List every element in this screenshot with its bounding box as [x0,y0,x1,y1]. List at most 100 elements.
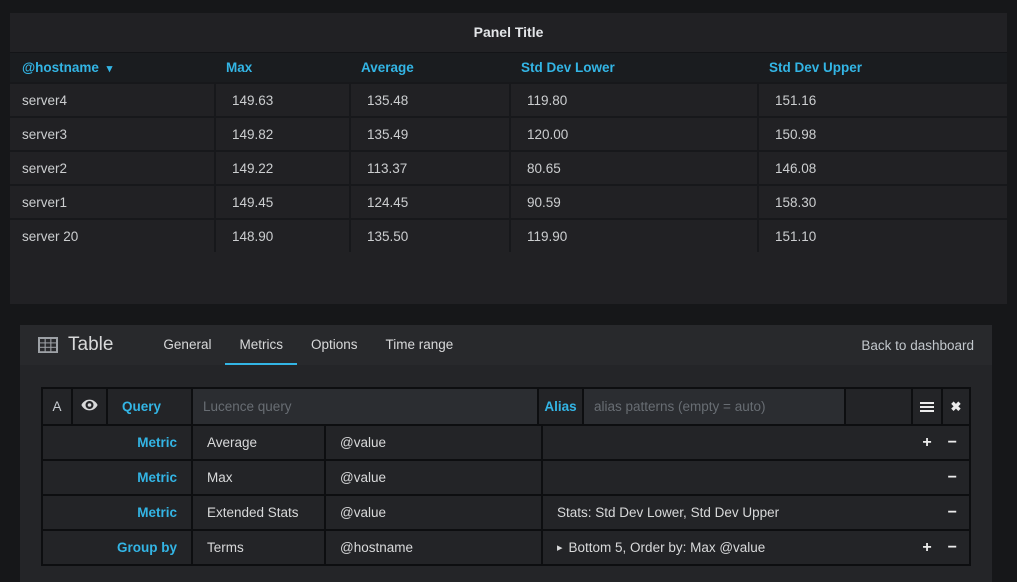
panel-type: Table [38,325,113,365]
add-metric-button[interactable]: + [922,435,931,451]
group-by-settings-text: Bottom 5, Order by: Max @value [569,540,766,555]
metric-row-buttons: − [932,470,969,486]
close-icon: ✖ [951,399,962,415]
tab-options[interactable]: Options [297,325,372,365]
table-row: server1 149.45 124.45 90.59 158.30 [10,184,1007,218]
table-row: server2 149.22 113.37 80.65 146.08 [10,150,1007,184]
column-header-max[interactable]: Max [214,60,349,75]
remove-metric-button[interactable]: − [948,505,957,521]
metric-row-buttons: + − [906,435,969,451]
expand-caret-icon: ▸ [557,541,563,554]
cell-std-dev-lower: 119.90 [509,220,757,252]
table-row: server 20 148.90 135.50 119.90 151.10 [10,218,1007,252]
alias-input[interactable] [584,389,844,424]
tab-time-range[interactable]: Time range [371,325,467,365]
query-editor: A Query Alias [41,387,971,566]
cell-max: 149.22 [214,152,349,184]
column-header-label: @hostname [22,60,99,75]
query-menu-button[interactable] [911,389,941,424]
cell-hostname: server4 [10,84,214,116]
group-by-type-select[interactable]: Terms [191,531,324,564]
metric-detail-cell[interactable]: Stats: Std Dev Lower, Std Dev Upper − [541,496,969,529]
table-row: server4 149.63 135.48 119.80 151.16 [10,82,1007,116]
cell-hostname: server 20 [10,220,214,252]
group-by-field-select[interactable]: @hostname [324,531,541,564]
group-by-settings-toggle[interactable]: ▸ Bottom 5, Order by: Max @value + − [541,531,969,564]
metric-row: Metric Average @value + − [43,424,969,459]
query-label: Query [106,389,191,424]
metric-row: Metric Extended Stats @value Stats: Std … [43,494,969,529]
metric-row-label: Metric [43,496,191,529]
sort-caret-icon: ▾ [107,63,113,75]
metrics-tab-content: A Query Alias [20,365,992,582]
metric-type-select[interactable]: Average [191,426,324,459]
cell-average: 113.37 [349,152,509,184]
column-header-hostname[interactable]: @hostname ▾ [10,60,214,75]
query-row-spacer [844,389,911,424]
metric-row: Metric Max @value − [43,459,969,494]
panel-title[interactable]: Panel Title [10,13,1007,52]
cell-std-dev-upper: 151.16 [757,84,1007,116]
cell-max: 148.90 [214,220,349,252]
column-header-std-dev-lower[interactable]: Std Dev Lower [509,60,757,75]
metric-row-label: Metric [43,461,191,494]
cell-std-dev-lower: 119.80 [509,84,757,116]
metric-detail-cell: − [541,461,969,494]
cell-max: 149.45 [214,186,349,218]
cell-std-dev-upper: 150.98 [757,118,1007,150]
lucene-query-input[interactable] [193,389,537,424]
cell-max: 149.82 [214,118,349,150]
cell-std-dev-lower: 90.59 [509,186,757,218]
cell-max: 149.63 [214,84,349,116]
table-panel: Panel Title @hostname ▾ Max Average Std … [10,13,1007,304]
metric-field-select[interactable]: @value [324,461,541,494]
remove-metric-button[interactable]: − [948,435,957,451]
alias-input-cell [582,389,844,424]
group-by-row-buttons: + − [906,540,969,556]
metric-field-select[interactable]: @value [324,496,541,529]
cell-std-dev-upper: 151.10 [757,220,1007,252]
grafana-edit-view: Panel Title @hostname ▾ Max Average Std … [0,0,1017,582]
cell-hostname: server3 [10,118,214,150]
query-ref-id: A [43,389,71,424]
metric-detail-cell: + − [541,426,969,459]
menu-icon [920,400,934,414]
tab-metrics[interactable]: Metrics [225,325,297,365]
table-grid-icon [38,337,58,353]
cell-average: 135.50 [349,220,509,252]
editor-header: Table General Metrics Options Time range… [20,325,992,365]
query-remove-button[interactable]: ✖ [941,389,969,424]
cell-hostname: server2 [10,152,214,184]
cell-average: 124.45 [349,186,509,218]
back-to-dashboard-link[interactable]: Back to dashboard [861,325,974,365]
cell-hostname: server1 [10,186,214,218]
metric-row-buttons: − [932,505,969,521]
metric-type-select[interactable]: Extended Stats [191,496,324,529]
cell-std-dev-upper: 158.30 [757,186,1007,218]
column-header-std-dev-upper[interactable]: Std Dev Upper [757,60,1007,75]
cell-std-dev-lower: 120.00 [509,118,757,150]
cell-std-dev-lower: 80.65 [509,152,757,184]
metric-field-select[interactable]: @value [324,426,541,459]
alias-label: Alias [537,389,582,424]
query-visibility-toggle[interactable] [71,389,106,424]
group-by-row: Group by Terms @hostname ▸ Bottom 5, Ord… [43,529,969,564]
query-row: A Query Alias [43,389,969,424]
metric-type-select[interactable]: Max [191,461,324,494]
table-header-row: @hostname ▾ Max Average Std Dev Lower St… [10,52,1007,82]
cell-std-dev-upper: 146.08 [757,152,1007,184]
group-by-row-label: Group by [43,531,191,564]
panel-editor: Table General Metrics Options Time range… [20,325,992,582]
metric-detail-text: Stats: Std Dev Lower, Std Dev Upper [557,505,779,520]
metric-row-label: Metric [43,426,191,459]
add-group-by-button[interactable]: + [922,540,931,556]
cell-average: 135.49 [349,118,509,150]
column-header-average[interactable]: Average [349,60,509,75]
cell-average: 135.48 [349,84,509,116]
query-input-cell [191,389,537,424]
remove-group-by-button[interactable]: − [948,540,957,556]
remove-metric-button[interactable]: − [948,470,957,486]
table-row: server3 149.82 135.49 120.00 150.98 [10,116,1007,150]
tab-general[interactable]: General [149,325,225,365]
eye-icon [81,399,98,414]
